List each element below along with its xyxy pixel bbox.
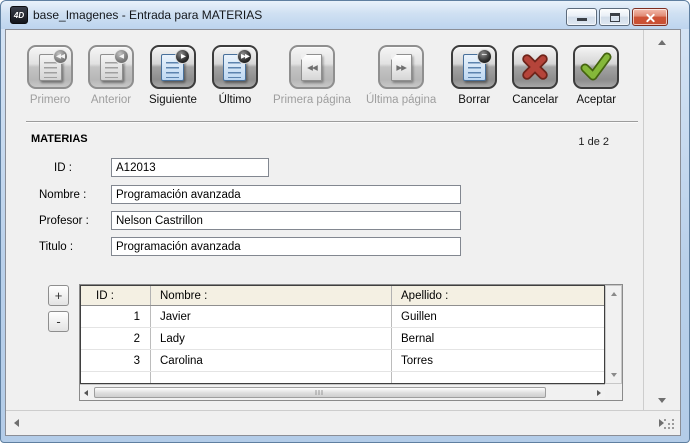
profesor-label: Profesor : <box>39 215 105 227</box>
field-row-id: ID : <box>39 158 269 177</box>
add-row-button[interactable]: + <box>48 285 69 306</box>
table-vertical-scrollbar[interactable] <box>605 285 622 384</box>
cell-id: 2 <box>81 333 151 345</box>
next-badge-icon: ▶ <box>175 49 190 64</box>
last-badge-icon: ▶▶ <box>237 49 252 64</box>
cell-apellido: Bernal <box>392 333 604 345</box>
toolbar-button-anterior[interactable]: ◀ Anterior <box>88 45 134 106</box>
maximize-icon <box>610 13 620 22</box>
scroll-down-icon[interactable] <box>658 398 666 403</box>
page-last-icon: ▶▶ <box>391 54 412 81</box>
table-row[interactable]: 3 Carolina Torres <box>81 350 604 372</box>
record-last-icon: ▶▶ <box>223 54 246 81</box>
nombre-label: Nombre : <box>39 189 105 201</box>
remove-row-button[interactable]: - <box>48 311 69 332</box>
record-previous-icon: ◀ <box>100 54 123 81</box>
window-title: base_Imagenes - Entrada para MATERIAS <box>33 8 262 22</box>
cell-id: 3 <box>81 355 151 367</box>
maximize-button[interactable] <box>599 8 630 26</box>
toolbar: ◀◀ Primero ◀ Anterior ▶ Siguiente ▶▶ Últ… <box>27 45 619 106</box>
section-title: MATERIAS <box>31 133 88 145</box>
titulo-label: Titulo : <box>39 241 105 253</box>
accept-check-icon <box>579 51 613 83</box>
toolbar-button-ultimo[interactable]: ▶▶ Último <box>212 45 258 106</box>
column-header-apellido[interactable]: Apellido : <box>392 286 604 305</box>
app-window: 4D base_Imagenes - Entrada para MATERIAS… <box>0 0 690 443</box>
scrollbar-thumb[interactable] <box>94 387 546 398</box>
cell-nombre: Carolina <box>151 355 392 367</box>
toolbar-button-cancelar[interactable]: Cancelar <box>512 45 558 106</box>
resize-grip[interactable] <box>664 419 666 421</box>
toolbar-button-siguiente[interactable]: ▶ Siguiente <box>149 45 197 106</box>
table-row[interactable]: 2 Lady Bernal <box>81 328 604 350</box>
minus-badge-icon: − <box>477 49 492 64</box>
window-controls <box>566 8 668 26</box>
scroll-right-icon[interactable] <box>597 390 601 396</box>
field-row-titulo: Titulo : <box>39 237 461 256</box>
record-counter: 1 de 2 <box>578 136 609 148</box>
toolbar-button-borrar[interactable]: − Borrar <box>451 45 497 106</box>
scroll-up-icon[interactable] <box>658 40 666 45</box>
cell-id: 1 <box>81 311 151 323</box>
column-header-id[interactable]: ID : <box>81 286 151 305</box>
table-body: 1 Javier Guillen 2 Lady Bernal 3 Carolin… <box>81 306 604 383</box>
cell-apellido: Guillen <box>392 311 604 323</box>
separator-line <box>26 121 638 123</box>
cell-nombre: Lady <box>151 333 392 345</box>
window-horizontal-scrollbar[interactable] <box>6 410 680 435</box>
table-horizontal-scrollbar[interactable] <box>80 384 605 400</box>
scroll-left-icon[interactable] <box>84 390 88 396</box>
record-first-icon: ◀◀ <box>39 54 62 81</box>
page-first-icon: ◀◀ <box>301 54 322 81</box>
title-bar[interactable]: 4D base_Imagenes - Entrada para MATERIAS <box>1 1 689 29</box>
cell-apellido: Torres <box>392 355 604 367</box>
cancel-x-icon <box>519 52 551 83</box>
field-row-profesor: Profesor : <box>39 211 461 230</box>
scroll-up-icon[interactable] <box>611 292 617 296</box>
form-area: ◀◀ Primero ◀ Anterior ▶ Siguiente ▶▶ Últ… <box>6 30 643 410</box>
previous-badge-icon: ◀ <box>114 49 129 64</box>
toolbar-button-aceptar[interactable]: Aceptar <box>573 45 619 106</box>
field-row-nombre: Nombre : <box>39 185 461 204</box>
minimize-icon <box>577 18 587 21</box>
id-input[interactable] <box>111 158 269 177</box>
id-label: ID : <box>39 162 105 174</box>
toolbar-button-ultima-pagina[interactable]: ▶▶ Última página <box>366 45 436 106</box>
thumb-grip-icon <box>316 390 325 395</box>
app-icon-4d: 4D <box>10 6 28 24</box>
nombre-input[interactable] <box>111 185 461 204</box>
subform-table: ID : Nombre : Apellido : 1 Javier Guille… <box>79 284 623 401</box>
scroll-left-icon[interactable] <box>14 419 19 427</box>
app-icon-label: 4D <box>14 11 24 20</box>
close-button[interactable] <box>632 8 668 26</box>
column-header-nombre[interactable]: Nombre : <box>151 286 392 305</box>
delete-record-icon: − <box>463 54 486 81</box>
window-vertical-scrollbar[interactable] <box>643 30 680 410</box>
subform-listbox: ID : Nombre : Apellido : 1 Javier Guille… <box>80 285 605 384</box>
table-row[interactable]: 1 Javier Guillen <box>81 306 604 328</box>
toolbar-button-primera-pagina[interactable]: ◀◀ Primera página <box>273 45 351 106</box>
table-header: ID : Nombre : Apellido : <box>81 286 604 306</box>
first-badge-icon: ◀◀ <box>53 49 68 64</box>
minimize-button[interactable] <box>566 8 597 26</box>
form-window-content: ◀◀ Primero ◀ Anterior ▶ Siguiente ▶▶ Últ… <box>5 29 681 436</box>
cell-nombre: Javier <box>151 311 392 323</box>
record-next-icon: ▶ <box>161 54 184 81</box>
scroll-down-icon[interactable] <box>611 373 617 377</box>
titulo-input[interactable] <box>111 237 461 256</box>
profesor-input[interactable] <box>111 211 461 230</box>
toolbar-button-primero[interactable]: ◀◀ Primero <box>27 45 73 106</box>
scrollbar-corner <box>605 384 622 400</box>
